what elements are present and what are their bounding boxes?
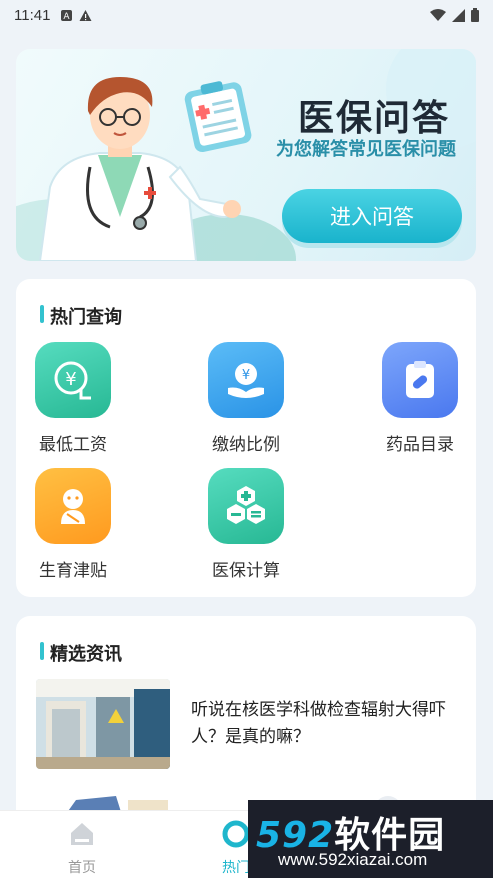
news-item[interactable]: 听说在核医学科做检查辐射大得吓人？是真的嘛？ bbox=[36, 679, 456, 771]
tile-drug-catalog[interactable]: 药品目录 bbox=[360, 342, 480, 462]
tab-home[interactable]: 首页 bbox=[42, 819, 122, 877]
status-right bbox=[430, 8, 479, 22]
calculator-hexagon-icon bbox=[208, 468, 284, 544]
status-time: 11:41 bbox=[14, 6, 51, 24]
hot-icon bbox=[222, 820, 250, 848]
featured-news-title: 精选资讯 bbox=[40, 640, 122, 666]
warning-icon bbox=[79, 9, 92, 21]
tile-contribution-ratio[interactable]: ¥ 缴纳比例 bbox=[186, 342, 306, 462]
signal-icon bbox=[452, 8, 465, 22]
svg-text:A: A bbox=[64, 12, 71, 22]
news-item-title: 听说在核医学科做检查辐射大得吓人？是真的嘛？ bbox=[191, 700, 446, 747]
home-icon bbox=[71, 823, 93, 845]
site-watermark: 592软件园 www.592xiazai.com bbox=[248, 800, 493, 878]
tile-insurance-calculator[interactable]: 医保计算 bbox=[186, 468, 306, 588]
battery-icon bbox=[471, 8, 479, 22]
yen-palm-icon: ¥ bbox=[208, 342, 284, 418]
tile-label: 医保计算 bbox=[212, 561, 280, 581]
baby-icon bbox=[35, 468, 111, 544]
tile-min-wage[interactable]: ¥ 最低工资 bbox=[13, 342, 133, 462]
news-thumbnail bbox=[36, 679, 170, 769]
doctor-illustration-icon bbox=[38, 77, 252, 261]
hot-queries-card: 热门查询 ¥ 最低工资 ¥ 缴纳比例 药品目录 生育津贴 医保计算 bbox=[16, 279, 476, 597]
tile-maternity-allowance[interactable]: 生育津贴 bbox=[13, 468, 133, 588]
tile-label: 缴纳比例 bbox=[212, 435, 280, 455]
yen-hand-icon: ¥ bbox=[35, 342, 111, 418]
status-bar: 11:41 A bbox=[0, 0, 493, 30]
banner-title: 医保问答 bbox=[298, 98, 451, 139]
enter-qa-button[interactable]: 进入问答 bbox=[282, 189, 462, 243]
wifi-icon bbox=[430, 8, 446, 21]
svg-text:¥: ¥ bbox=[65, 369, 76, 390]
tab-label: 首页 bbox=[68, 860, 96, 876]
watermark-url: www.592xiazai.com bbox=[278, 850, 428, 869]
tile-label: 生育津贴 bbox=[39, 561, 107, 581]
hot-queries-title: 热门查询 bbox=[40, 303, 122, 329]
banner-subtitle: 为您解答常见医保问题 bbox=[276, 139, 456, 160]
tile-label: 药品目录 bbox=[386, 435, 454, 455]
qa-banner: 医保问答 为您解答常见医保问题 进入问答 bbox=[16, 49, 476, 261]
pill-clipboard-icon bbox=[382, 342, 458, 418]
svg-text:¥: ¥ bbox=[242, 368, 250, 383]
tile-label: 最低工资 bbox=[39, 435, 107, 455]
notification-a-icon: A bbox=[61, 9, 73, 22]
